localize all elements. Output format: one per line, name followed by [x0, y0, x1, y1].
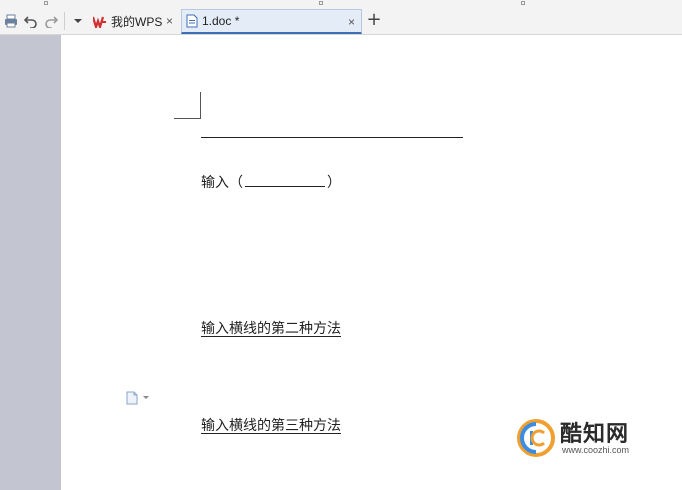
document-icon	[186, 14, 198, 28]
new-tab-button[interactable]: +	[365, 9, 383, 30]
dropdown-arrow-icon[interactable]	[69, 12, 87, 30]
horizontal-line	[201, 137, 463, 138]
quick-access-toolbar: 我的WPS × 1.doc * ×	[0, 8, 682, 35]
close-tab-icon[interactable]: ×	[166, 14, 173, 28]
tab-label: 我的WPS	[111, 15, 163, 29]
margin-corner-mark	[174, 118, 201, 119]
ruler-strip	[0, 0, 682, 8]
watermark-url: www.coozhi.com	[562, 445, 630, 455]
coozhi-logo-icon	[517, 419, 555, 457]
corner-marker-icon	[44, 1, 48, 5]
tab-my-wps[interactable]: 我的WPS ×	[89, 9, 181, 34]
method-two-text[interactable]: 输入横线的第二种方法	[201, 318, 341, 338]
print-icon[interactable]	[2, 12, 20, 30]
input-prefix: 输入（	[201, 175, 243, 191]
tab-document[interactable]: 1.doc * ×	[181, 9, 362, 34]
left-margin-panel	[0, 35, 61, 490]
underline-blank	[245, 173, 325, 187]
tab-label: 1.doc *	[202, 14, 240, 28]
paragraph-options-icon[interactable]	[126, 391, 152, 405]
margin-corner-mark	[200, 92, 201, 119]
corner-marker-icon	[521, 1, 525, 5]
input-suffix: ）	[327, 175, 341, 191]
input-line-text[interactable]: 输入（ ）	[201, 172, 341, 192]
watermark-title: 酷知网	[560, 422, 630, 447]
undo-icon[interactable]	[22, 12, 40, 30]
redo-icon[interactable]	[42, 12, 60, 30]
method-three-text[interactable]: 输入横线的第三种方法	[201, 415, 341, 435]
close-tab-icon[interactable]: ×	[348, 15, 355, 29]
watermark: 酷知网 www.coozhi.com	[512, 412, 662, 466]
corner-marker-icon	[319, 1, 323, 5]
toolbar-separator	[64, 12, 65, 30]
wps-logo-icon	[93, 16, 107, 28]
